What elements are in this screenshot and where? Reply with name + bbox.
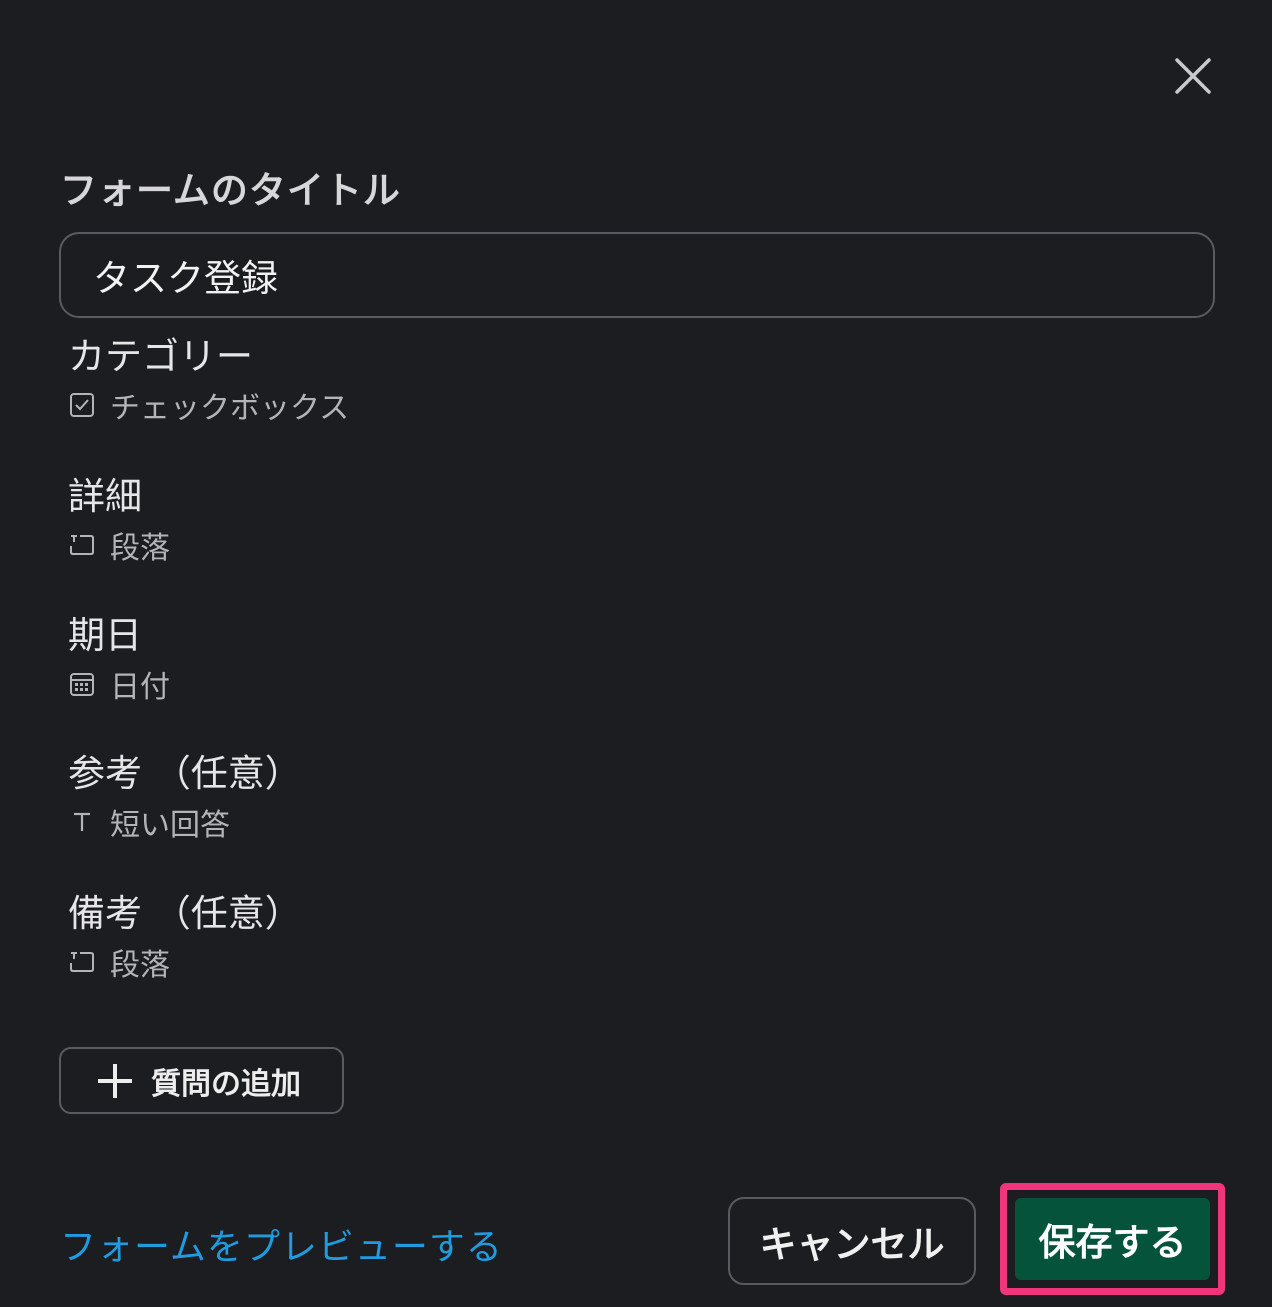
close-icon[interactable] [1173, 56, 1213, 96]
question-title: 参考 （任意） [68, 752, 302, 795]
save-button[interactable]: 保存する [1015, 1198, 1210, 1280]
add-question-button[interactable]: 質問の追加 [59, 1047, 344, 1114]
question-type: チェックボックス [68, 385, 968, 426]
form-title-label: フォームのタイトル [60, 169, 401, 212]
paragraph-icon [68, 531, 96, 559]
question-type: 段落 [68, 525, 968, 566]
preview-form-link[interactable]: フォームをプレビューする [60, 1218, 503, 1270]
question-type: 短い回答 [68, 802, 968, 843]
question-item[interactable]: 詳細 段落 [68, 473, 968, 566]
add-question-label: 質問の追加 [151, 1066, 301, 1102]
question-title: カテゴリー [68, 335, 253, 378]
question-type-label: 短い回答 [110, 808, 230, 843]
close-button[interactable] [1164, 47, 1222, 105]
question-item[interactable]: 備考 （任意） 段落 [68, 890, 968, 983]
cancel-button[interactable]: キャンセル [728, 1197, 976, 1285]
form-dialog: フォームのタイトル カテゴリー チェックボックス 詳細 段落 [0, 0, 1272, 1307]
question-type: 段落 [68, 942, 968, 983]
question-item[interactable]: 期日 日付 [68, 612, 968, 705]
question-item[interactable]: カテゴリー チェックボックス [68, 333, 968, 426]
form-title-input[interactable] [59, 232, 1215, 318]
paragraph-icon [68, 948, 96, 976]
question-title: 備考 （任意） [68, 892, 302, 935]
plus-icon [98, 1063, 132, 1098]
question-type: 日付 [68, 664, 968, 705]
question-title: 詳細 [68, 475, 142, 518]
question-type-label: 日付 [110, 670, 170, 705]
question-type-label: 段落 [110, 531, 170, 566]
text-icon [68, 808, 96, 836]
checkbox-icon [68, 391, 96, 419]
question-item[interactable]: 参考 （任意） 短い回答 [68, 750, 968, 843]
question-type-label: 段落 [110, 948, 170, 983]
calendar-icon [68, 670, 96, 698]
question-title: 期日 [68, 614, 142, 657]
question-type-label: チェックボックス [110, 391, 350, 426]
